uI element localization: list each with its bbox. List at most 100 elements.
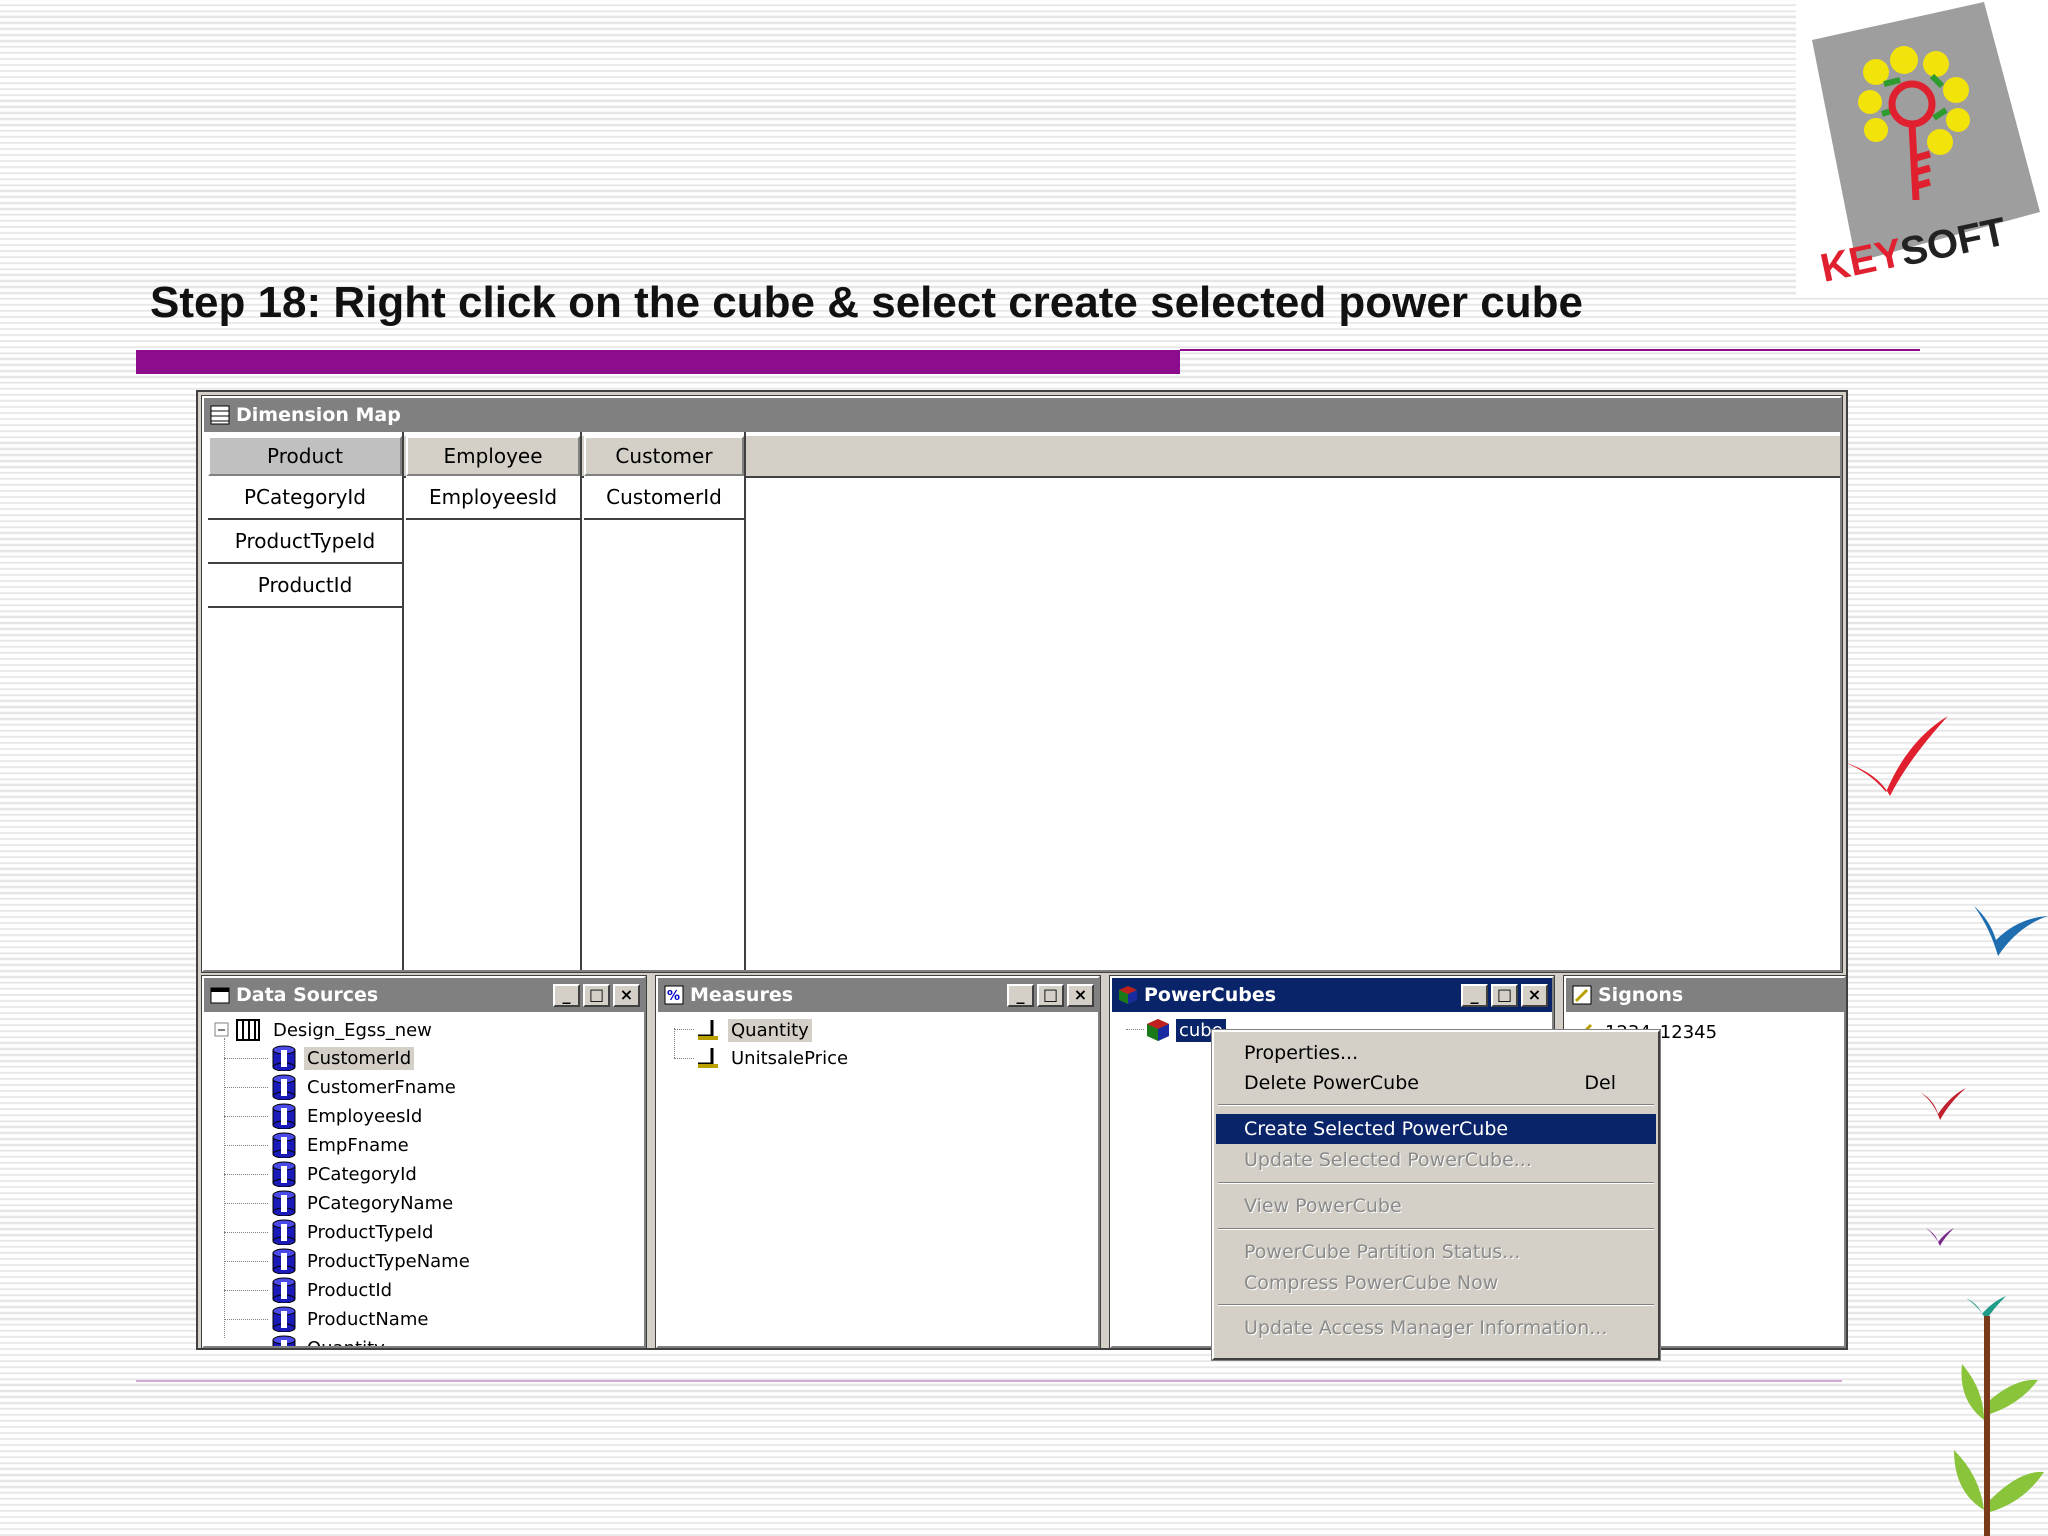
menu-item-label: Update Selected PowerCube... bbox=[1244, 1149, 1532, 1171]
measure-icon bbox=[698, 1048, 718, 1068]
powercubes-titlebar[interactable]: PowerCubes _ □ × bbox=[1112, 978, 1552, 1012]
menu-separator bbox=[1218, 1304, 1654, 1306]
menu-item-label: Compress PowerCube Now bbox=[1244, 1272, 1499, 1294]
powercubes-title: PowerCubes bbox=[1144, 984, 1277, 1006]
data-source-item-label: Quantity bbox=[304, 1337, 388, 1347]
column-icon bbox=[272, 1335, 296, 1346]
data-source-item-label: ProductTypeId bbox=[307, 1221, 434, 1243]
grid-icon bbox=[210, 405, 230, 425]
keysoft-logo: KEY SOFT bbox=[1796, 0, 2048, 295]
measure-icon bbox=[698, 1020, 718, 1040]
measure-label: UnitsalePrice bbox=[731, 1047, 849, 1069]
minimize-button[interactable]: _ bbox=[1007, 984, 1034, 1007]
menu-item-label: Delete PowerCube bbox=[1244, 1072, 1419, 1094]
menu-item-label: View PowerCube bbox=[1244, 1195, 1402, 1217]
menu-separator bbox=[1218, 1228, 1654, 1230]
menu-item-properties[interactable]: Properties... bbox=[1216, 1038, 1656, 1068]
title-underline-thin bbox=[1180, 349, 1920, 351]
data-source-item[interactable]: PCategoryId bbox=[270, 1160, 420, 1188]
table-icon bbox=[210, 985, 230, 1005]
dimension-header-product[interactable]: Product bbox=[208, 436, 402, 476]
tree-line bbox=[674, 1028, 675, 1058]
column-icon bbox=[272, 1248, 296, 1274]
minimize-button[interactable]: _ bbox=[1461, 984, 1488, 1007]
maximize-button[interactable]: □ bbox=[1491, 984, 1518, 1007]
tree-line bbox=[674, 1058, 694, 1059]
data-source-item[interactable]: EmpFname bbox=[270, 1131, 412, 1159]
data-source-item[interactable]: ProductTypeName bbox=[270, 1247, 473, 1275]
column-icon bbox=[272, 1161, 296, 1187]
measures-list: Quantity UnitsalePrice bbox=[658, 1012, 1098, 1346]
data-source-item-label: CustomerFname bbox=[307, 1076, 456, 1098]
tree-line bbox=[224, 1038, 225, 1338]
data-source-item[interactable]: CustomerId bbox=[270, 1044, 415, 1072]
data-sources-window: Data Sources _ □ × Design_Egss_new Custo… bbox=[201, 975, 647, 1349]
data-source-item[interactable]: PCategoryName bbox=[270, 1189, 456, 1217]
column-icon bbox=[272, 1306, 296, 1332]
maximize-button[interactable]: □ bbox=[1037, 984, 1064, 1007]
menu-item-view-powercube[interactable]: View PowerCube bbox=[1216, 1191, 1656, 1221]
data-source-item[interactable]: EmployeesId bbox=[270, 1102, 425, 1130]
menu-item-create-selected-powercube[interactable]: Create Selected PowerCube bbox=[1216, 1114, 1656, 1144]
level-cell[interactable]: PCategoryId bbox=[208, 476, 402, 520]
data-source-item[interactable]: ProductName bbox=[270, 1305, 431, 1333]
tree-root[interactable]: Design_Egss_new bbox=[214, 1016, 435, 1044]
menu-item-label: PowerCube Partition Status... bbox=[1244, 1241, 1521, 1263]
measure-item[interactable]: Quantity bbox=[696, 1016, 812, 1044]
menu-item-update-selected-powercube[interactable]: Update Selected PowerCube... bbox=[1216, 1145, 1656, 1175]
key-icon bbox=[1572, 985, 1592, 1005]
column-icon bbox=[272, 1103, 296, 1129]
level-cell[interactable]: ProductTypeId bbox=[208, 520, 402, 564]
tree-line bbox=[224, 1058, 268, 1059]
data-source-item-label: EmpFname bbox=[307, 1134, 409, 1156]
menu-item-delete-powercube[interactable]: Delete PowerCube Del bbox=[1216, 1068, 1656, 1098]
dimension-map-titlebar[interactable]: Dimension Map bbox=[204, 398, 1840, 432]
data-source-item[interactable]: CustomerFname bbox=[270, 1073, 459, 1101]
data-source-item[interactable]: ProductId bbox=[270, 1276, 395, 1304]
decorative-birds bbox=[1838, 700, 2048, 1536]
context-menu: Properties... Delete PowerCube Del Create… bbox=[1211, 1029, 1661, 1361]
tree-line bbox=[224, 1319, 268, 1320]
close-button[interactable]: × bbox=[1521, 984, 1548, 1007]
signons-titlebar[interactable]: Signons bbox=[1566, 978, 1844, 1012]
level-cell[interactable]: ProductId bbox=[208, 564, 402, 608]
data-source-item-label: ProductId bbox=[307, 1279, 393, 1301]
tree-root-label: Design_Egss_new bbox=[273, 1019, 432, 1041]
data-source-item-label: ProductTypeName bbox=[307, 1250, 470, 1272]
menu-item-update-access-manager[interactable]: Update Access Manager Information... bbox=[1216, 1313, 1656, 1343]
slide-title: Step 18: Right click on the cube & selec… bbox=[150, 278, 1583, 327]
data-source-item[interactable]: Quantity bbox=[270, 1334, 388, 1346]
dimension-header-employee[interactable]: Employee bbox=[406, 436, 580, 476]
menu-item-shortcut: Del bbox=[1584, 1072, 1616, 1094]
data-source-item-label: ProductName bbox=[307, 1308, 429, 1330]
menu-item-compress-powercube[interactable]: Compress PowerCube Now bbox=[1216, 1268, 1656, 1298]
data-source-item-label: EmployeesId bbox=[307, 1105, 423, 1127]
menu-item-partition-status[interactable]: PowerCube Partition Status... bbox=[1216, 1237, 1656, 1267]
data-source-item-label: PCategoryId bbox=[307, 1163, 417, 1185]
maximize-button[interactable]: □ bbox=[583, 984, 610, 1007]
cube-icon bbox=[1147, 1019, 1169, 1041]
close-button[interactable]: × bbox=[1067, 984, 1094, 1007]
level-cell[interactable]: EmployeesId bbox=[406, 476, 580, 520]
data-sources-titlebar[interactable]: Data Sources _ □ × bbox=[204, 978, 644, 1012]
minimize-button[interactable]: _ bbox=[553, 984, 580, 1007]
dimension-column-employee: Employee EmployeesId bbox=[406, 432, 582, 970]
data-source-item[interactable]: ProductTypeId bbox=[270, 1218, 436, 1246]
level-cell[interactable]: CustomerId bbox=[584, 476, 744, 520]
menu-item-label: Update Access Manager Information... bbox=[1244, 1317, 1608, 1339]
measure-item[interactable]: UnitsalePrice bbox=[696, 1044, 851, 1072]
tree-line bbox=[674, 1029, 694, 1030]
collapse-icon[interactable] bbox=[214, 1022, 230, 1038]
dimension-column-product: Product PCategoryId ProductTypeId Produc… bbox=[208, 432, 404, 970]
measures-titlebar[interactable]: % Measures _ □ × bbox=[658, 978, 1098, 1012]
close-button[interactable]: × bbox=[613, 984, 640, 1007]
tree-line bbox=[224, 1232, 268, 1233]
cube-icon bbox=[1118, 985, 1138, 1005]
column-icon bbox=[272, 1132, 296, 1158]
dimension-header-customer[interactable]: Customer bbox=[584, 436, 744, 476]
measures-icon: % bbox=[664, 985, 684, 1005]
measures-title: Measures bbox=[690, 984, 794, 1006]
svg-text:KEY: KEY bbox=[1817, 231, 1907, 291]
dimension-map-title: Dimension Map bbox=[236, 404, 401, 426]
measures-window: % Measures _ □ × Quantity UnitsalePrice bbox=[655, 975, 1101, 1349]
